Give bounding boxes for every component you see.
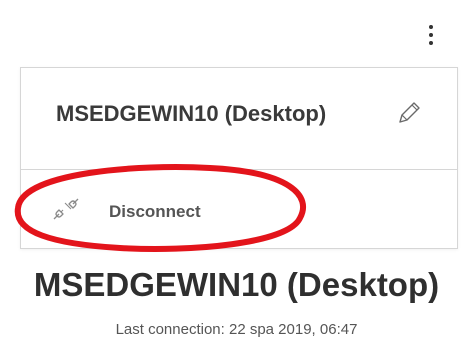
context-menu: MSEDGEWIN10 (Desktop) Disconnect: [20, 67, 458, 249]
kebab-menu-icon: [429, 25, 433, 29]
rename-menu-item-label: MSEDGEWIN10 (Desktop): [56, 101, 327, 126]
device-title: MSEDGEWIN10 (Desktop): [33, 266, 440, 303]
disconnect-menu-item-label: Disconnect: [109, 202, 201, 221]
rename-menu-item[interactable]: MSEDGEWIN10 (Desktop): [21, 68, 457, 169]
more-options-button[interactable]: [416, 10, 446, 54]
pencil-icon[interactable]: [393, 97, 425, 129]
disconnect-plug-icon: [53, 198, 79, 220]
disconnect-menu-item[interactable]: Disconnect: [21, 170, 457, 249]
last-connection-text: Last connection: 22 spa 2019, 06:47: [115, 321, 358, 338]
